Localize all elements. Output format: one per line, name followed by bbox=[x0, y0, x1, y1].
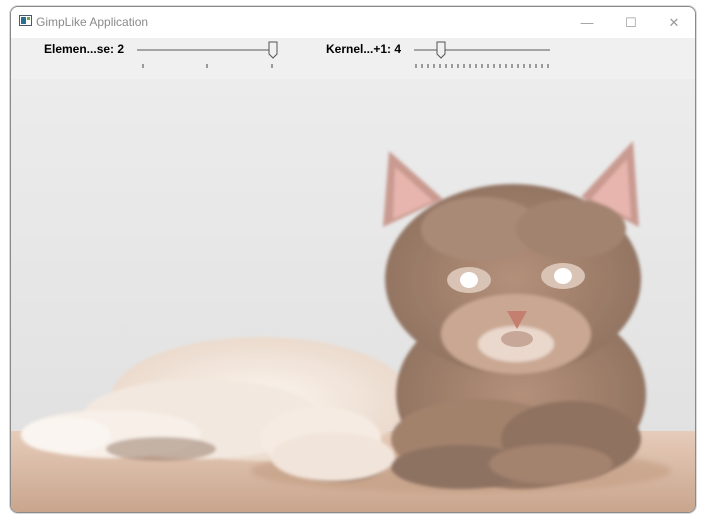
window-title: GimpLike Application bbox=[36, 15, 149, 29]
app-window: GimpLike Application — ☐ ✕ Elemen...se: … bbox=[10, 6, 696, 513]
element-size-slider[interactable] bbox=[135, 40, 285, 74]
minimize-button[interactable]: — bbox=[564, 7, 610, 38]
kernel-size-slider-thumb[interactable] bbox=[436, 41, 446, 59]
maximize-button[interactable]: ☐ bbox=[608, 7, 654, 38]
element-size-label: Elemen...se: 2 bbox=[44, 42, 125, 56]
title-bar[interactable]: GimpLike Application — ☐ ✕ bbox=[11, 7, 695, 38]
cat-photo-image[interactable] bbox=[11, 79, 695, 512]
toolbar: Elemen...se: 2 Kernel...+1: 4 bbox=[11, 38, 695, 79]
kernel-size-label: Kernel...+1: 4 bbox=[326, 42, 402, 56]
element-size-slider-thumb[interactable] bbox=[268, 41, 278, 59]
kernel-size-ticks bbox=[415, 64, 549, 68]
close-button[interactable]: ✕ bbox=[651, 7, 695, 38]
kernel-size-slider[interactable] bbox=[412, 40, 552, 74]
app-icon bbox=[19, 15, 32, 26]
